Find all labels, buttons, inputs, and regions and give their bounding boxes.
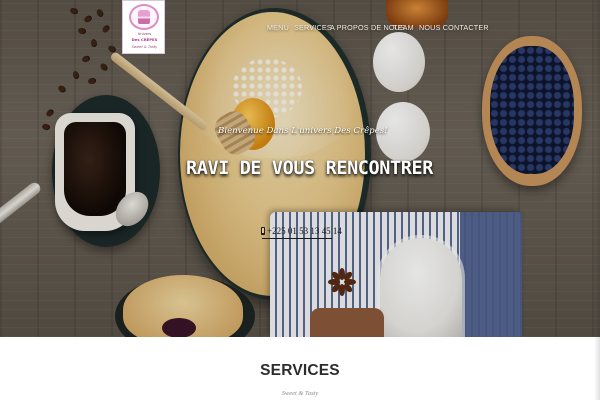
logo-line-2: Des CRÊPES	[131, 37, 158, 42]
services-subtitle: Sweet & Tasty	[281, 390, 319, 397]
page-edge	[594, 0, 600, 400]
nav-item-contact[interactable]: NOUS CONTACTER	[419, 23, 489, 32]
services-title: SERVICES	[260, 362, 340, 379]
phone-number: +225 01 53 13 45 14	[267, 226, 342, 236]
nav-item-services[interactable]: SERVICES	[294, 23, 332, 32]
hero-headline: RAVI DE VOUS RENCONTRER	[186, 158, 433, 179]
hero-tagline: Bienvenue Dans L'univers Des Crêpes!	[218, 126, 388, 136]
phone-link[interactable]: +225 01 53 13 45 14	[261, 226, 342, 236]
main-nav: MENU SERVICES A PROPOS DE NOUS TEAM NOUS…	[0, 23, 600, 33]
services-section: SERVICES Sweet & Tasty	[0, 337, 600, 400]
hero-section: Univers Des CRÊPES Sweet & Tasty MENU SE…	[0, 0, 600, 337]
phone-icon	[261, 227, 265, 235]
logo-line-3: Sweet & Tasty	[131, 45, 158, 49]
cake-icon	[138, 10, 150, 24]
nav-item-team[interactable]: TEAM	[393, 23, 414, 32]
phone-underline	[262, 238, 332, 239]
nav-item-menu[interactable]: MENU	[267, 23, 289, 32]
